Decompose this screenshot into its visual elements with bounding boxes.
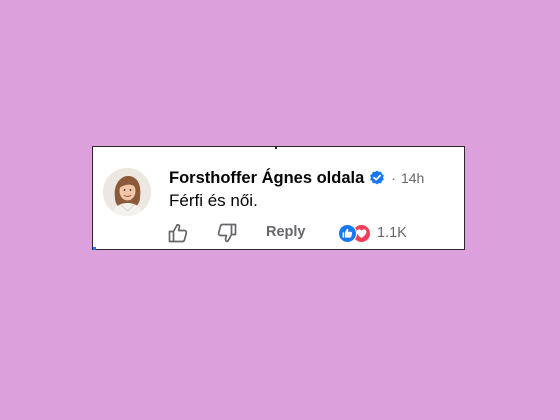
thumbs-up-icon[interactable] bbox=[166, 221, 190, 245]
comment-actions: Reply 1.1K bbox=[93, 220, 464, 246]
reaction-count: 1.1K bbox=[377, 225, 407, 241]
avatar[interactable] bbox=[103, 168, 151, 216]
reactions-summary[interactable]: 1.1K bbox=[338, 221, 407, 245]
comment-timestamp[interactable]: 14h bbox=[401, 170, 424, 186]
comment-header: Forsthoffer Ágnes oldala · 14h bbox=[169, 167, 424, 189]
corner-indicator bbox=[93, 247, 96, 250]
card-notch bbox=[275, 146, 277, 149]
comment-text: Férfi és női. bbox=[169, 191, 258, 210]
separator-dot: · bbox=[391, 170, 396, 186]
comment-card: Forsthoffer Ágnes oldala · 14h Férfi és … bbox=[92, 146, 465, 250]
like-reaction-icon bbox=[338, 223, 357, 243]
author-name[interactable]: Forsthoffer Ágnes oldala bbox=[169, 169, 364, 188]
thumbs-down-icon[interactable] bbox=[215, 221, 239, 245]
verified-badge-icon bbox=[369, 170, 385, 186]
reply-button[interactable]: Reply bbox=[266, 224, 306, 240]
avatar-portrait-icon bbox=[103, 168, 151, 216]
